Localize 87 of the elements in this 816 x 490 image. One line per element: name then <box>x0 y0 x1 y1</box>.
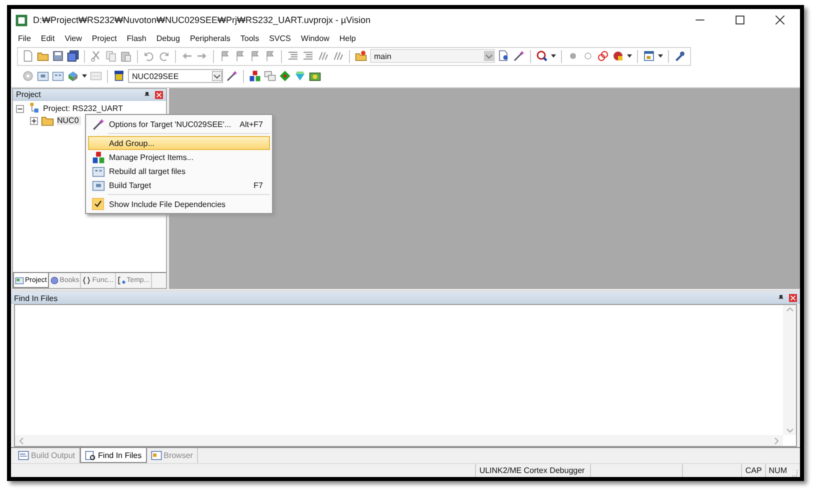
panel-title: Find In Files <box>14 294 58 303</box>
copy-icon[interactable] <box>105 50 117 62</box>
caret-icon[interactable] <box>82 74 87 78</box>
folder-icon <box>41 114 54 128</box>
panel-title: Project <box>16 90 41 100</box>
wand-icon[interactable] <box>513 50 525 62</box>
expander-icon[interactable] <box>30 116 38 125</box>
menu-item[interactable]: Window <box>296 34 334 44</box>
ring-icon[interactable] <box>582 50 594 62</box>
close-icon[interactable] <box>789 294 797 302</box>
menu-item[interactable]: Build Target F7 <box>88 178 270 192</box>
shortcut-label: F7 <box>254 180 263 190</box>
blocks-icon[interactable] <box>249 70 261 82</box>
slashes-icon[interactable] <box>332 50 344 62</box>
menu-item[interactable]: Rebuild all target files <box>88 164 270 178</box>
undo-icon[interactable] <box>143 50 155 62</box>
menu-item[interactable]: Debug <box>151 34 185 44</box>
menu-item[interactable]: File <box>13 34 36 44</box>
flag-icon[interactable] <box>234 50 246 62</box>
diamond-icon[interactable] <box>279 70 291 82</box>
rings-icon[interactable] <box>597 50 609 62</box>
braces-icon <box>82 276 92 286</box>
folder-icon[interactable] <box>37 50 49 62</box>
vertical-scrollbar[interactable] <box>783 305 796 436</box>
shortcut-label: Alt+F7 <box>240 120 263 128</box>
caps-indicator: CAP <box>741 464 765 477</box>
pin-icon[interactable] <box>144 92 150 98</box>
folder-icon[interactable] <box>355 50 367 62</box>
disks-icon[interactable] <box>67 50 79 62</box>
app-icon <box>15 14 28 26</box>
menu-item[interactable]: Add Group... <box>88 136 270 150</box>
scroll-right-icon[interactable] <box>774 436 779 445</box>
flag-icon[interactable] <box>249 50 261 62</box>
document-icon[interactable] <box>498 50 510 62</box>
menu-item[interactable]: Project <box>86 34 122 44</box>
window-icon[interactable] <box>643 50 655 62</box>
menu-item[interactable]: Edit <box>36 34 60 44</box>
caret-icon[interactable] <box>627 54 632 58</box>
tree-item[interactable]: Project: RS232_UART <box>43 104 123 114</box>
magnifier-icon[interactable] <box>536 50 548 62</box>
menu-item[interactable]: Tools <box>235 34 264 44</box>
output-tab[interactable]: Find In Files <box>80 448 147 464</box>
cube-icon[interactable] <box>67 70 79 82</box>
windows-icon[interactable] <box>264 70 276 82</box>
window-icon <box>150 450 162 462</box>
menu-item[interactable]: View <box>60 34 87 44</box>
scroll-down-icon[interactable] <box>786 428 794 434</box>
wand-icon <box>92 118 104 130</box>
menu-item[interactable]: Manage Project Items... <box>88 150 270 164</box>
lines-icon[interactable] <box>302 50 314 62</box>
page-icon[interactable] <box>22 50 34 62</box>
scissors-icon[interactable] <box>90 50 102 62</box>
debugger-status: ULINK2/ME Cortex Debugger <box>475 464 590 477</box>
menu-item[interactable]: Options for Target 'NUC029SEE'... Alt+F7 <box>88 117 270 131</box>
dropdown-arrow-icon[interactable] <box>212 71 222 82</box>
blocks-icon <box>92 150 104 164</box>
function-combo[interactable]: main <box>370 49 495 64</box>
clipboard-icon[interactable] <box>120 50 132 62</box>
window-title: D:₩Project₩RS232₩Nuvoton₩NUC029SEE₩Prj₩RS232_UART.uvprojx - µVision <box>33 15 370 25</box>
menu-item[interactable]: SVCS <box>264 34 296 44</box>
wand-icon[interactable] <box>226 70 238 82</box>
redo-icon[interactable] <box>158 50 170 62</box>
close-icon[interactable] <box>155 90 163 99</box>
magnifier-icon <box>85 450 96 461</box>
lines-icon[interactable] <box>287 50 299 62</box>
bracket-plus-icon <box>116 276 126 286</box>
expander-icon[interactable] <box>16 104 24 113</box>
target-combo[interactable]: NUC029SEE <box>128 69 223 84</box>
scroll-up-icon[interactable] <box>786 307 794 312</box>
pin-icon[interactable] <box>778 295 784 302</box>
window-icon <box>18 450 29 462</box>
menu-item[interactable]: Help <box>334 34 361 44</box>
flag-icon[interactable] <box>264 50 276 62</box>
menu-item[interactable]: Flash <box>122 34 152 44</box>
resize-grip-icon[interactable] <box>790 469 798 477</box>
scroll-left-icon[interactable] <box>19 436 24 445</box>
menu-item[interactable]: Show Include File Dependencies <box>88 197 270 211</box>
num-indicator: NUM <box>764 464 790 477</box>
caret-icon[interactable] <box>658 54 663 58</box>
tree-item[interactable]: NUC0 <box>57 116 81 126</box>
window-icon <box>15 276 24 285</box>
caret-icon[interactable] <box>551 54 556 58</box>
menu-item[interactable]: Peripherals <box>184 34 236 44</box>
horizontal-scrollbar[interactable] <box>15 435 783 446</box>
flag-icon[interactable] <box>219 50 231 62</box>
slashes-icon[interactable] <box>317 50 329 62</box>
globe-icon <box>50 276 59 286</box>
